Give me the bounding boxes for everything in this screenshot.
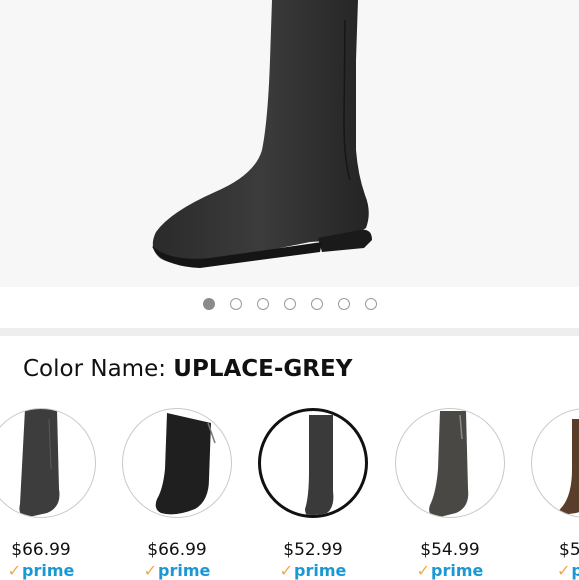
boot-thumbnail bbox=[429, 411, 469, 517]
carousel-dot[interactable] bbox=[256, 298, 269, 310]
carousel-dot[interactable] bbox=[310, 298, 323, 310]
prime-check-icon: ✓ bbox=[557, 561, 571, 580]
swatch-price: $66.99 bbox=[11, 540, 71, 560]
prime-badge: ✓prime bbox=[7, 561, 75, 580]
prime-check-icon: ✓ bbox=[143, 561, 158, 580]
prime-check-icon: ✓ bbox=[416, 561, 431, 580]
boot-thumbnail bbox=[305, 415, 334, 515]
prime-badge: ✓p bbox=[557, 561, 579, 580]
carousel-dot-active[interactable] bbox=[202, 298, 215, 310]
swatch-price: $5 bbox=[559, 540, 579, 560]
boot-thumbnail bbox=[155, 413, 216, 515]
prime-check-icon: ✓ bbox=[7, 561, 22, 580]
color-swatch-3-selected[interactable] bbox=[258, 408, 368, 518]
swatch-price: $66.99 bbox=[147, 540, 207, 560]
carousel-dot[interactable] bbox=[229, 298, 242, 310]
color-swatch-1[interactable] bbox=[0, 408, 96, 518]
color-swatch-2[interactable] bbox=[122, 408, 232, 518]
product-detail-page: Color Name: UPLACE-GREY $66.99 ✓prime $6… bbox=[0, 0, 579, 580]
swatch-price: $52.99 bbox=[283, 540, 343, 560]
carousel-dot[interactable] bbox=[364, 298, 377, 310]
color-name-row: Color Name: UPLACE-GREY bbox=[23, 356, 352, 382]
boot-image bbox=[152, 0, 372, 268]
carousel-dot[interactable] bbox=[283, 298, 296, 310]
boot-thumbnail bbox=[19, 409, 60, 517]
color-swatch-5[interactable] bbox=[531, 408, 579, 518]
prime-badge: ✓prime bbox=[143, 561, 211, 580]
color-name-label: Color Name: bbox=[23, 356, 166, 382]
prime-check-icon: ✓ bbox=[279, 561, 294, 580]
product-main-image[interactable] bbox=[0, 0, 579, 287]
image-carousel-indicator[interactable] bbox=[0, 298, 579, 316]
boot-thumbnail bbox=[559, 419, 579, 515]
section-divider bbox=[0, 328, 579, 336]
color-swatch-4[interactable] bbox=[395, 408, 505, 518]
prime-badge: ✓prime bbox=[279, 561, 347, 580]
carousel-dot[interactable] bbox=[337, 298, 350, 310]
swatch-price: $54.99 bbox=[420, 540, 480, 560]
prime-badge: ✓prime bbox=[416, 561, 484, 580]
selected-color-value: UPLACE-GREY bbox=[173, 356, 353, 382]
